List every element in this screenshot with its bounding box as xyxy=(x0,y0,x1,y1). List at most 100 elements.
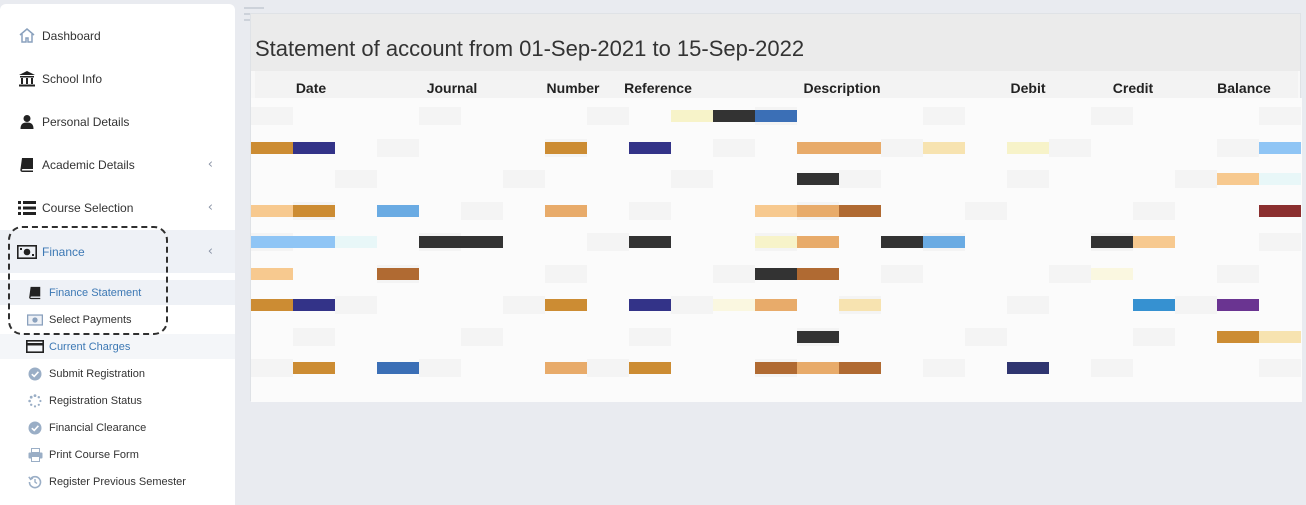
redacted-cell xyxy=(629,362,671,374)
redacted-cell xyxy=(293,204,335,217)
redacted-cell xyxy=(293,141,335,154)
redacted-cell xyxy=(251,236,293,248)
chevron-left-icon: ‹ xyxy=(207,244,213,259)
redacted-cell xyxy=(755,299,797,311)
check-circle-icon xyxy=(26,420,44,436)
redacted-tint-cell xyxy=(587,233,629,251)
subnav-register-previous-semester[interactable]: Register Previous Semester xyxy=(0,469,235,494)
redacted-cell xyxy=(419,236,461,248)
redacted-tint-cell xyxy=(251,359,293,377)
column-header-journal: Journal xyxy=(426,80,478,96)
redacted-cell xyxy=(251,204,293,217)
redacted-tint-cell xyxy=(461,327,503,346)
redacted-tint-cell xyxy=(419,359,461,377)
redacted-cell xyxy=(1007,362,1049,374)
redacted-cell xyxy=(545,141,587,154)
redacted-cell xyxy=(671,110,713,122)
redacted-tint-cell xyxy=(1175,170,1217,188)
redacted-cell xyxy=(545,362,587,374)
sidebar-item-label: Personal Details xyxy=(42,114,130,129)
redacted-tint-cell xyxy=(587,359,629,377)
redacted-tint-cell xyxy=(335,170,377,188)
subnav-current-charges[interactable]: Current Charges xyxy=(0,334,235,359)
redacted-cell xyxy=(251,299,293,311)
redacted-cell xyxy=(923,141,965,154)
subnav-label: Register Previous Semester xyxy=(49,475,186,488)
column-header-reference: Reference xyxy=(624,80,692,96)
sidebar-item-finance[interactable]: Finance ‹ xyxy=(0,230,235,273)
redacted-tint-cell xyxy=(1049,138,1091,157)
sidebar-item-label: Dashboard xyxy=(42,28,101,43)
subnav-label: Finance Statement xyxy=(49,286,142,299)
redacted-cell xyxy=(1007,141,1049,154)
sidebar-item-personal-details[interactable]: Personal Details xyxy=(0,100,235,143)
sidebar-item-label: Academic Details xyxy=(42,157,135,172)
redacted-tint-cell xyxy=(461,201,503,220)
redacted-cell xyxy=(1259,330,1301,343)
book-icon xyxy=(26,285,44,301)
panel-header: Statement of account from 01-Sep-2021 to… xyxy=(251,14,1300,71)
redacted-tint-cell xyxy=(881,138,923,157)
print-icon xyxy=(26,447,44,463)
redacted-cell xyxy=(881,236,923,248)
redacted-cell xyxy=(1259,141,1301,154)
redacted-tint-cell xyxy=(251,107,293,125)
redacted-tint-cell xyxy=(1259,107,1301,125)
subnav-financial-clearance[interactable]: Financial Clearance xyxy=(0,415,235,440)
redacted-tint-cell xyxy=(713,138,755,157)
subnav-label: Submit Registration xyxy=(49,367,145,380)
subnav-submit-registration[interactable]: Submit Registration xyxy=(0,361,235,386)
redacted-cell xyxy=(1259,173,1301,185)
subnav-label: Current Charges xyxy=(49,340,131,353)
subnav-registration-status[interactable]: Registration Status xyxy=(0,388,235,413)
redacted-cell xyxy=(839,204,881,217)
redacted-tint-cell xyxy=(503,296,545,314)
subnav-finance-statement[interactable]: Finance Statement xyxy=(0,280,235,305)
sidebar-item-course-selection[interactable]: Course Selection ‹ xyxy=(0,186,235,229)
column-header-number: Number xyxy=(546,80,600,96)
money-icon xyxy=(16,242,38,262)
redacted-cell xyxy=(461,236,503,248)
redacted-cell xyxy=(923,236,965,248)
redacted-cell xyxy=(797,330,839,343)
redacted-tint-cell xyxy=(1007,296,1049,314)
redacted-tint-cell xyxy=(923,359,965,377)
redacted-cell xyxy=(755,267,797,280)
sidebar-item-dashboard[interactable]: Dashboard xyxy=(0,14,235,57)
redacted-cell xyxy=(377,204,419,217)
subnav-label: Print Course Form xyxy=(49,448,139,461)
redacted-cell xyxy=(839,141,881,154)
table-header: Date Journal Number Reference Descriptio… xyxy=(255,71,1298,99)
redacted-cell xyxy=(1217,330,1259,343)
redacted-cell xyxy=(797,236,839,248)
page-title: Statement of account from 01-Sep-2021 to… xyxy=(255,36,805,61)
subnav-print-course-form[interactable]: Print Course Form xyxy=(0,442,235,467)
redacted-tint-cell xyxy=(881,264,923,283)
redacted-cell xyxy=(797,362,839,374)
money-icon xyxy=(26,312,44,328)
redacted-cell xyxy=(839,299,881,311)
redacted-tint-cell xyxy=(545,264,587,283)
spinner-icon xyxy=(26,393,44,409)
redacted-tint-cell xyxy=(1175,296,1217,314)
redacted-tint-cell xyxy=(839,170,881,188)
redacted-tint-cell xyxy=(503,170,545,188)
sidebar-item-academic-details[interactable]: Academic Details ‹ xyxy=(0,143,235,186)
redacted-tint-cell xyxy=(1259,359,1301,377)
redacted-tint-cell xyxy=(1217,264,1259,283)
sidebar-item-school-info[interactable]: School Info xyxy=(0,57,235,100)
subnav-label: Select Payments xyxy=(49,313,132,326)
redacted-cell xyxy=(797,141,839,154)
check-circle-icon xyxy=(26,366,44,382)
redacted-cell xyxy=(1091,267,1133,280)
subnav-select-payments[interactable]: Select Payments xyxy=(0,307,235,332)
user-icon xyxy=(16,112,38,132)
column-header-date: Date xyxy=(295,80,327,96)
redacted-tint-cell xyxy=(1133,201,1175,220)
redacted-tint-cell xyxy=(1049,264,1091,283)
redacted-tint-cell xyxy=(1007,170,1049,188)
sidebar-item-label: Course Selection xyxy=(42,200,134,215)
bank-icon xyxy=(16,69,38,89)
redacted-cell xyxy=(1133,236,1175,248)
redacted-tint-cell xyxy=(671,296,713,314)
